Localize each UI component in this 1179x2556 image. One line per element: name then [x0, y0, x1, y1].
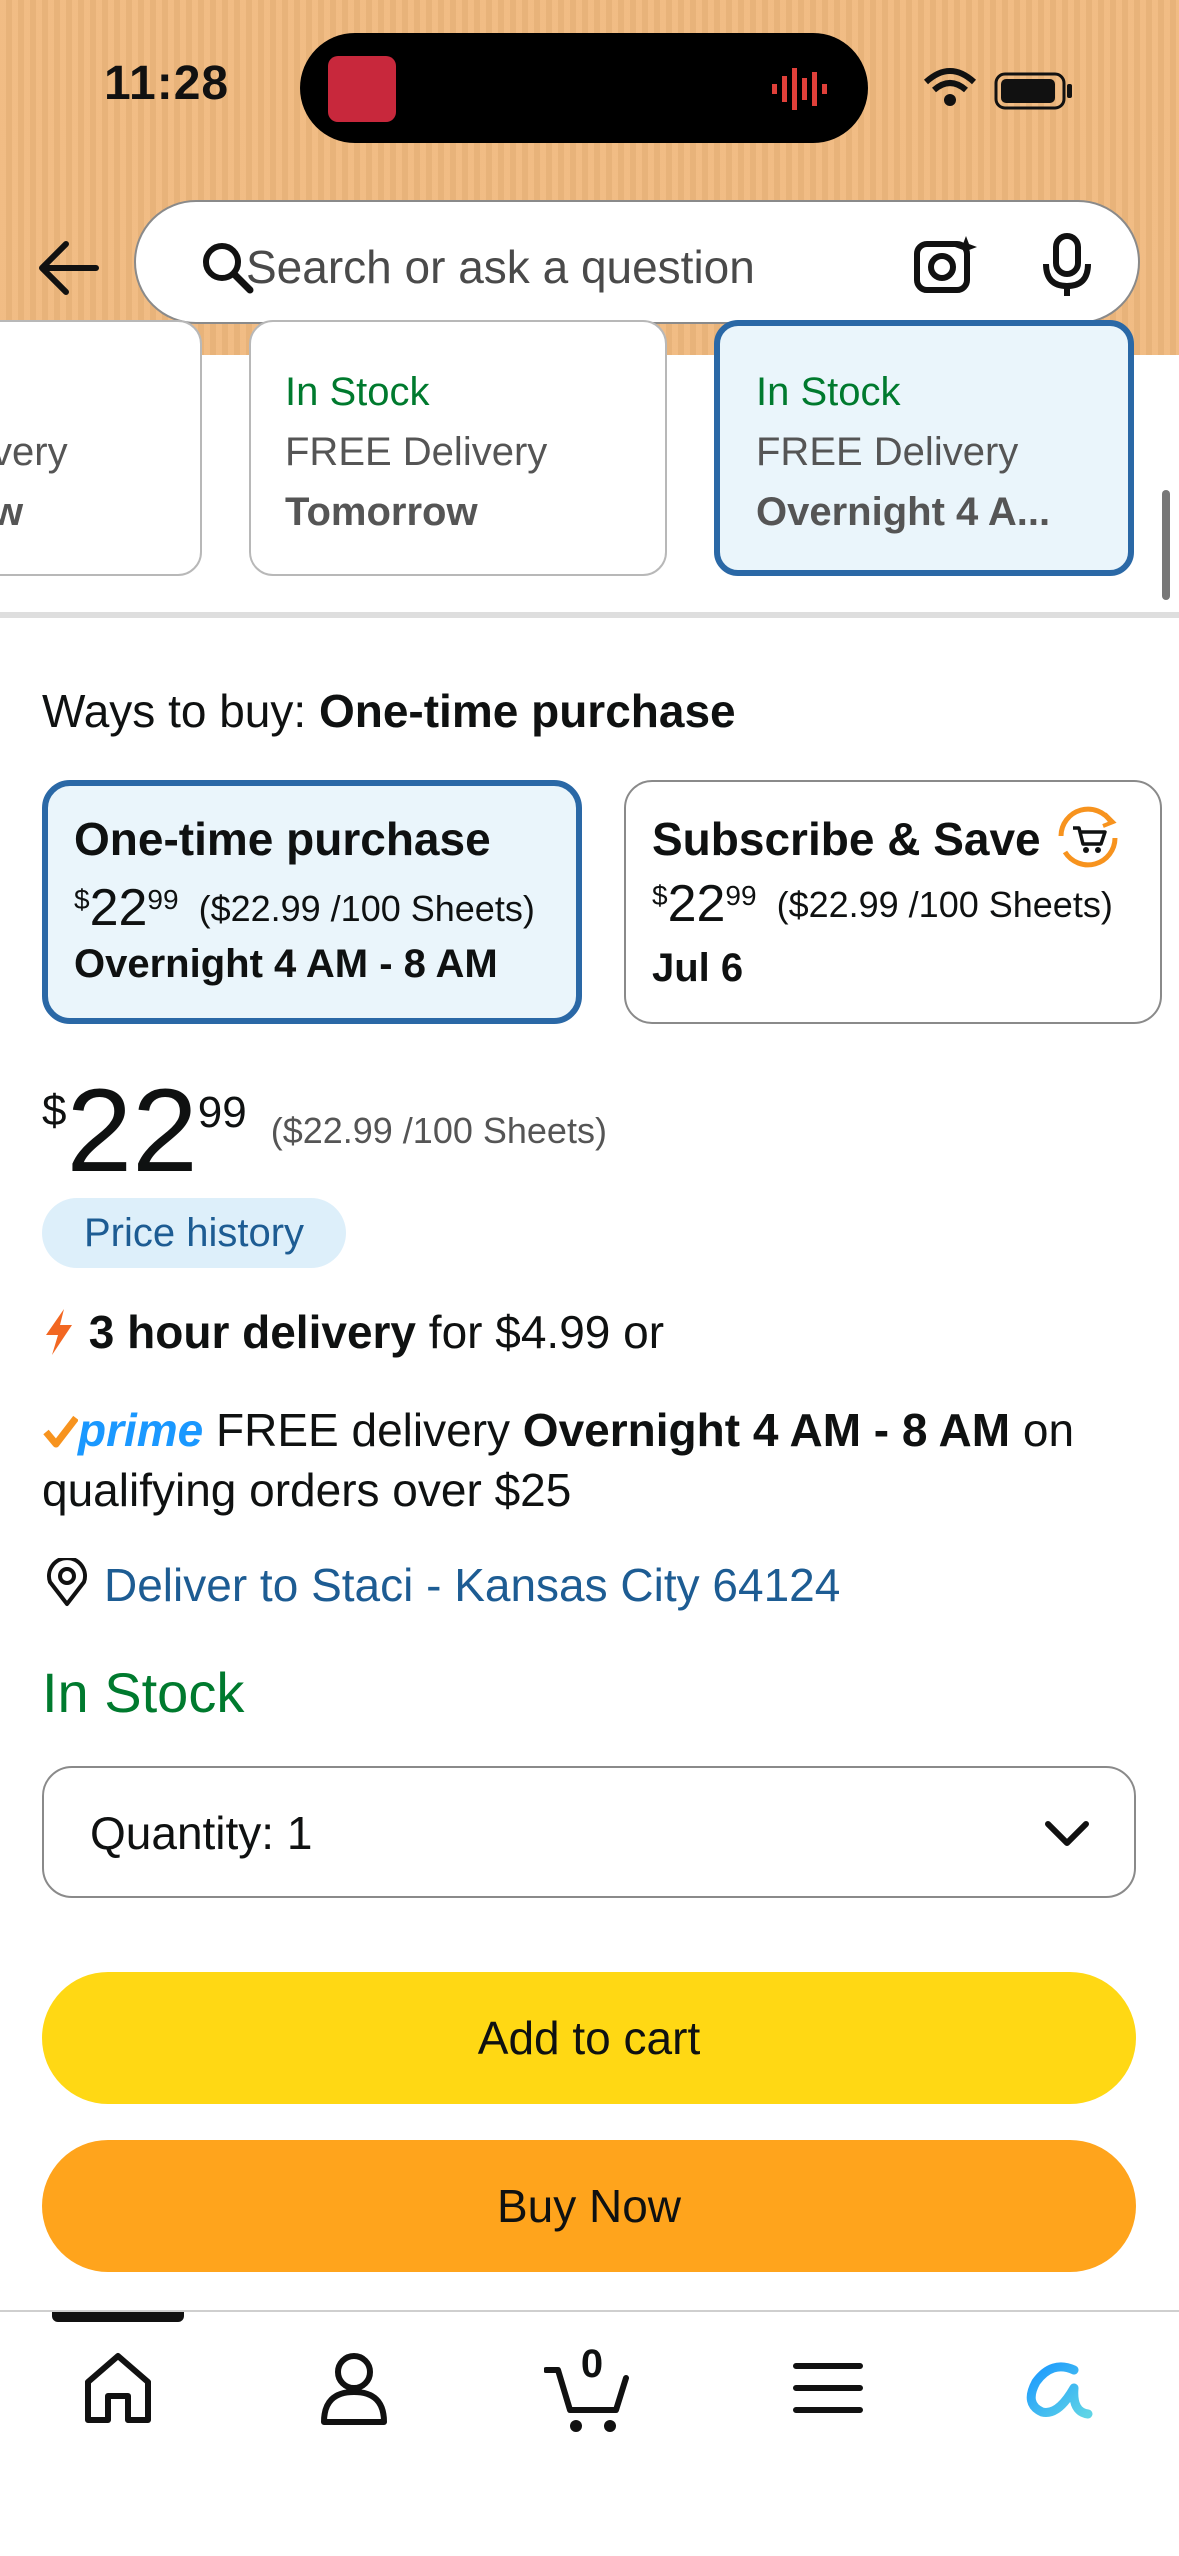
status-icons — [923, 68, 1072, 110]
option-delivery: Overnight 4 AM - 8 AM — [74, 942, 498, 986]
delivery-label: FREE Delivery — [756, 430, 1019, 474]
status-time: 11:28 — [104, 57, 230, 110]
delivery-label: very — [0, 430, 68, 474]
chevron-down-icon — [1045, 1821, 1089, 1846]
subscribe-save-option[interactable]: Subscribe & Save $2299 ($22.99 /100 Sheet… — [624, 780, 1162, 1024]
option-delivery: Jul 6 — [652, 946, 744, 990]
prime-text: FREE delivery — [216, 1404, 511, 1456]
fast-delivery-title: 3 hour delivery — [88, 1306, 417, 1358]
ways-to-buy-label: Ways to buy: — [42, 685, 307, 737]
back-arrow-icon[interactable] — [36, 238, 102, 298]
option-title: Subscribe & Save — [652, 813, 1041, 866]
scrollbar[interactable] — [1162, 490, 1170, 600]
delivery-time: Tomorrow — [285, 490, 478, 534]
price-whole: 22 — [667, 875, 726, 933]
delivery-option-card-selected[interactable]: In Stock FREE Delivery Overnight 4 A... — [714, 320, 1134, 576]
microphone-icon[interactable] — [1040, 232, 1096, 298]
prime-delivery-window: Overnight 4 AM - 8 AM — [522, 1404, 1011, 1456]
battery-icon — [994, 72, 1072, 110]
quantity-value: 1 — [286, 1807, 313, 1859]
delivery-time: Overnight 4 A... — [756, 490, 1051, 534]
price-whole: 22 — [89, 879, 148, 937]
now-playing-artwork-icon — [328, 56, 396, 122]
fast-delivery-line: 3 hour delivery for $4.99 or — [42, 1305, 664, 1361]
price-cents: 99 — [147, 884, 179, 915]
buy-now-button[interactable]: Buy Now — [42, 2140, 1136, 2272]
price-cents: 99 — [725, 880, 757, 911]
ways-to-buy-heading: Ways to buy: One-time purchase — [42, 684, 736, 738]
cart-count: 0 — [580, 2342, 604, 2386]
product-price: $2299 ($22.99 /100 Sheets) — [42, 1066, 607, 1196]
price-history-button[interactable]: Price history — [42, 1198, 346, 1268]
stock-label: In Stock — [756, 370, 901, 414]
prime-delivery-message: prime FREE delivery Overnight 4 AM - 8 A… — [42, 1400, 1152, 1520]
delivery-option-card[interactable]: very w — [0, 320, 202, 576]
ways-to-buy-selected: One-time purchase — [318, 685, 736, 737]
option-title: One-time purchase — [74, 813, 491, 865]
unit-price: ($22.99 /100 Sheets) — [270, 1110, 607, 1151]
search-bar[interactable]: Search or ask a question — [134, 200, 1140, 324]
unit-price: ($22.99 /100 Sheets) — [198, 888, 535, 929]
lightning-bolt-icon — [46, 1308, 72, 1355]
add-to-cart-button[interactable]: Add to cart — [42, 1972, 1136, 2104]
stock-status: In Stock — [42, 1661, 245, 1724]
rufus-assistant-icon[interactable] — [1022, 2348, 1098, 2428]
quantity-label-text: Quantity: — [90, 1807, 275, 1859]
cart-button[interactable]: 0 — [543, 2342, 634, 2438]
deliver-to-text[interactable]: Deliver to Staci - Kansas City 64124 — [104, 1559, 840, 1611]
section-divider — [0, 612, 1179, 618]
subscribe-cart-icon — [1058, 806, 1118, 868]
audio-waveform-icon — [772, 68, 827, 110]
active-tab-indicator — [52, 2312, 184, 2322]
quantity-select[interactable]: Quantity: 1 — [42, 1766, 1136, 1898]
quantity-label: Quantity: 1 — [90, 1806, 312, 1860]
bottom-nav: 0 — [0, 2310, 1179, 2556]
currency-symbol: $ — [42, 1086, 67, 1135]
option-title-row: Subscribe & Save — [652, 806, 1123, 878]
price-whole: 22 — [66, 1065, 198, 1197]
prime-check-icon — [43, 1415, 79, 1448]
unit-price: ($22.99 /100 Sheets) — [776, 884, 1113, 925]
prime-logo: prime — [78, 1404, 204, 1456]
currency-symbol: $ — [652, 880, 668, 911]
option-price: $2299 ($22.99 /100 Sheets) — [652, 874, 1113, 934]
delivery-option-card[interactable]: In Stock FREE Delivery Tomorrow — [249, 320, 667, 576]
menu-icon[interactable] — [790, 2348, 866, 2428]
wifi-icon — [923, 68, 977, 106]
account-icon[interactable] — [316, 2348, 392, 2428]
option-price: $2299 ($22.99 /100 Sheets) — [74, 878, 535, 938]
stock-label: In Stock — [285, 370, 430, 414]
delivery-time: w — [0, 490, 23, 535]
one-time-purchase-option[interactable]: One-time purchase $2299 ($22.99 /100 Shee… — [42, 780, 582, 1024]
fast-delivery-price: for $4.99 or — [428, 1306, 665, 1358]
delivery-label: FREE Delivery — [285, 430, 548, 474]
deliver-to-link[interactable]: Deliver to Staci - Kansas City 64124 — [42, 1555, 840, 1614]
search-input[interactable]: Search or ask a question — [246, 240, 755, 294]
home-icon[interactable] — [80, 2348, 156, 2428]
location-pin-icon — [47, 1555, 87, 1606]
currency-symbol: $ — [74, 884, 90, 915]
price-cents: 99 — [197, 1088, 247, 1137]
camera-lens-icon[interactable] — [912, 232, 982, 298]
